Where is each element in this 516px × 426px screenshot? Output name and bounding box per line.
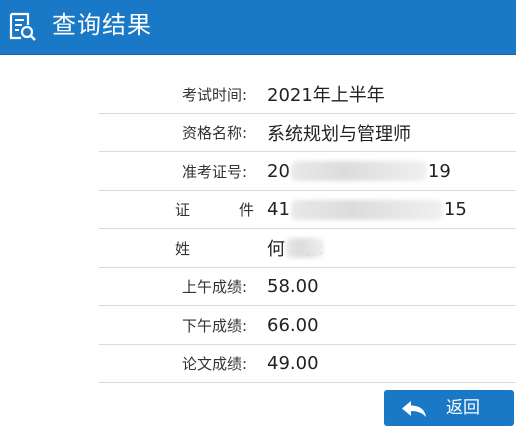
essay-score-label: 论文成绩: (181, 355, 247, 373)
id-number-label-char: 证 (175, 201, 191, 219)
back-arrow-icon (402, 401, 426, 417)
morning-score-label: 上午成绩: (181, 278, 247, 296)
name-prefix: 何 (267, 239, 285, 260)
result-row-id-number: 证 件 号: 41 15 (99, 191, 516, 229)
id-number-prefix: 41 (267, 199, 290, 220)
exam-time-label: 考试时间: (181, 85, 247, 104)
result-row-morning-score: 上午成绩: 58.00 (99, 268, 516, 306)
qualification-value: 系统规划与管理师 (267, 123, 411, 145)
admission-number-suffix: 19 (427, 160, 451, 182)
admission-number-prefix: 20 (267, 160, 290, 182)
result-row-afternoon-score: 下午成绩: 66.00 (99, 306, 516, 345)
exam-time-value: 2021年上半年 (267, 85, 385, 106)
redaction-mask (290, 161, 427, 181)
morning-score-value: 58.00 (267, 276, 319, 297)
afternoon-score-label: 下午成绩: (181, 316, 247, 335)
name-label-char: 姓 (175, 239, 191, 258)
afternoon-score-value: 66.00 (267, 314, 319, 336)
id-number-value: 41 15 (267, 191, 467, 229)
redaction-mask (290, 199, 443, 220)
page-title: 查询结果 (52, 11, 152, 39)
id-number-suffix: 15 (443, 199, 467, 220)
result-row-qualification: 资格名称: 系统规划与管理师 (99, 114, 516, 152)
admission-number-label: 准考证号: (181, 162, 247, 181)
back-button[interactable]: 返回 (384, 390, 514, 426)
header-bar: 查询结果 (0, 0, 516, 55)
id-number-label-char: 件 (238, 201, 254, 219)
admission-number-value: 20 19 (267, 152, 451, 190)
results-table: 考试时间: 2021年上半年 资格名称: 系统规划与管理师 准考证号: 20 1… (99, 75, 516, 383)
result-row-admission-number: 准考证号: 20 19 (99, 152, 516, 191)
redaction-mask (286, 238, 324, 258)
result-row-essay-score: 论文成绩: 49.00 (99, 345, 516, 383)
result-row-name: 姓 名: 何 (99, 229, 516, 268)
result-row-exam-time: 考试时间: 2021年上半年 (99, 75, 516, 114)
back-button-label: 返回 (446, 398, 480, 418)
essay-score-value: 49.00 (267, 353, 319, 374)
qualification-label: 资格名称: (181, 124, 247, 142)
name-value: 何 (267, 229, 325, 267)
document-search-icon (9, 12, 36, 41)
